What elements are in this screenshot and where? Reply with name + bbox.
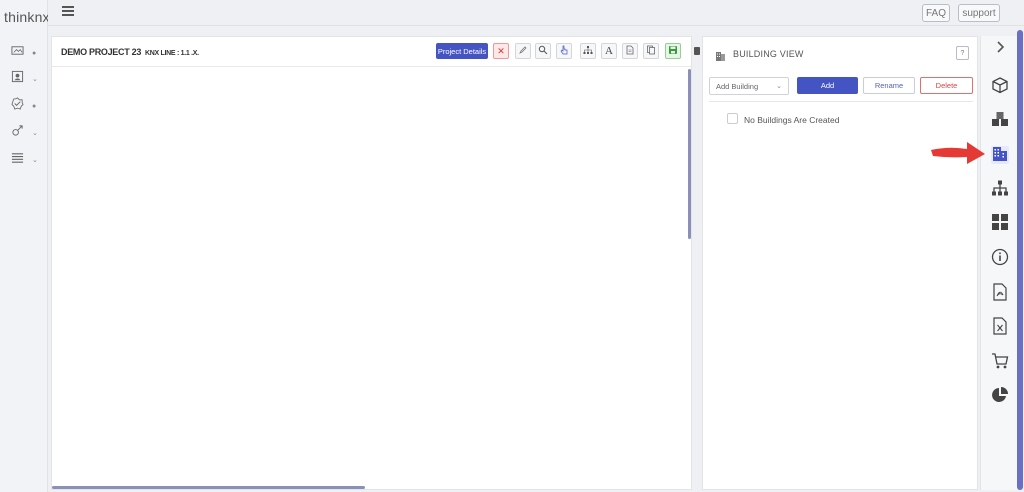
cube-icon bbox=[991, 76, 1009, 99]
excel-file-icon bbox=[991, 316, 1009, 340]
hamburger-menu-icon[interactable] bbox=[62, 6, 74, 18]
hierarchy-icon bbox=[583, 45, 593, 57]
rail-item-cubes[interactable] bbox=[991, 110, 1009, 133]
document-button[interactable] bbox=[622, 43, 638, 59]
text-button[interactable]: A bbox=[601, 43, 617, 59]
edit-button[interactable] bbox=[515, 43, 531, 59]
info-icon bbox=[991, 248, 1009, 271]
project-canvas-panel: DEMO PROJECT 23 KNX LINE : 1.1 .X. Projec… bbox=[51, 36, 692, 490]
grid-icon bbox=[991, 213, 1009, 236]
user-card-icon bbox=[11, 70, 24, 88]
project-title: DEMO PROJECT 23 KNX LINE : 1.1 .X. bbox=[61, 47, 199, 57]
close-button[interactable]: ✕ bbox=[493, 43, 509, 59]
save-button[interactable] bbox=[665, 43, 681, 59]
image-icon bbox=[11, 44, 24, 62]
empty-state-message: No Buildings Are Created bbox=[744, 115, 840, 125]
sidebar-item-image[interactable]: ● bbox=[11, 46, 41, 60]
cubes-icon bbox=[991, 110, 1009, 133]
sidebar-item-list[interactable]: ⌄ bbox=[11, 153, 41, 167]
check-badge-icon bbox=[11, 97, 24, 115]
vertical-scrollbar[interactable] bbox=[688, 69, 691, 239]
buildings-icon bbox=[991, 144, 1009, 167]
pencil-icon bbox=[518, 45, 528, 57]
sidebar-item-verify[interactable]: ● bbox=[11, 97, 41, 115]
page-scrollbar[interactable] bbox=[1017, 30, 1023, 490]
support-button[interactable]: support bbox=[958, 4, 1000, 22]
add-button[interactable]: Add bbox=[797, 77, 858, 94]
building-view-title: BUILDING VIEW bbox=[733, 49, 804, 59]
rail-collapse-button[interactable] bbox=[991, 40, 1009, 58]
sidebar-item-gender[interactable]: ⌄ bbox=[11, 124, 41, 142]
rail-item-info[interactable] bbox=[991, 248, 1009, 271]
copy-button[interactable] bbox=[643, 43, 659, 59]
rail-item-statistics[interactable] bbox=[991, 386, 1009, 409]
chevron-down-icon: ⌄ bbox=[32, 157, 38, 164]
gender-icon bbox=[11, 124, 24, 142]
building-view-panel: BUILDING VIEW ? Add Building ⌄ Add Renam… bbox=[702, 36, 978, 490]
rail-item-excel[interactable] bbox=[991, 316, 1009, 340]
project-header: DEMO PROJECT 23 KNX LINE : 1.1 .X. Projec… bbox=[52, 37, 691, 67]
add-building-select[interactable]: Add Building ⌄ bbox=[709, 77, 789, 95]
rail-item-pdf[interactable] bbox=[991, 282, 1009, 306]
knx-line-label: KNX LINE : 1.1 .X. bbox=[145, 50, 199, 57]
chevron-down-icon: ⌄ bbox=[776, 83, 782, 90]
text-icon: A bbox=[605, 45, 613, 57]
panel-collapse-handle[interactable] bbox=[694, 47, 700, 55]
rail-item-sitemap[interactable] bbox=[991, 179, 1009, 202]
delete-button[interactable]: Delete bbox=[920, 77, 973, 94]
rail-item-buildings[interactable] bbox=[991, 146, 1009, 164]
pie-chart-icon bbox=[991, 386, 1009, 409]
rail-item-cart[interactable] bbox=[991, 352, 1009, 375]
pdf-file-icon bbox=[991, 282, 1009, 306]
select-all-checkbox[interactable] bbox=[727, 113, 738, 124]
close-icon: ✕ bbox=[497, 45, 505, 56]
add-building-select-value: Add Building bbox=[716, 81, 759, 91]
dot-icon: ● bbox=[32, 49, 37, 57]
building-icon bbox=[715, 48, 726, 61]
building-view-header: BUILDING VIEW ? bbox=[703, 37, 977, 69]
rail-item-cube[interactable] bbox=[991, 76, 1009, 99]
chevron-down-icon: ⌄ bbox=[32, 76, 38, 83]
hierarchy-button[interactable] bbox=[580, 43, 596, 59]
help-button[interactable]: ? bbox=[956, 46, 969, 60]
app-logo: thinknx bbox=[4, 9, 50, 25]
pointer-button[interactable] bbox=[556, 43, 572, 59]
left-sidebar: thinknx ● ⌄ ● ⌄ ⌄ bbox=[0, 0, 50, 492]
cart-icon bbox=[991, 352, 1009, 375]
faq-button[interactable]: FAQ bbox=[922, 4, 950, 22]
rail-item-grid[interactable] bbox=[991, 213, 1009, 236]
list-icon bbox=[11, 151, 24, 169]
sitemap-icon bbox=[991, 179, 1009, 202]
app-root: thinknx ● ⌄ ● ⌄ ⌄ FAQ support DEMO PROJE… bbox=[0, 0, 1024, 492]
right-rail bbox=[980, 36, 1018, 490]
sidebar-item-contacts[interactable]: ⌄ bbox=[11, 70, 41, 88]
search-icon bbox=[538, 45, 548, 57]
project-name: DEMO PROJECT 23 bbox=[61, 47, 142, 57]
rename-button[interactable]: Rename bbox=[863, 77, 915, 94]
dot-icon: ● bbox=[32, 102, 37, 110]
top-bar: FAQ support bbox=[48, 0, 1024, 26]
search-button[interactable] bbox=[535, 43, 551, 59]
document-icon bbox=[625, 45, 635, 57]
project-details-button[interactable]: Project Details bbox=[436, 43, 488, 59]
copy-icon bbox=[646, 45, 656, 57]
chevron-right-icon bbox=[991, 38, 1009, 61]
divider bbox=[709, 101, 973, 102]
chevron-down-icon: ⌄ bbox=[32, 130, 38, 137]
save-icon bbox=[668, 45, 678, 57]
red-arrow-annotation bbox=[931, 142, 985, 164]
horizontal-scrollbar[interactable] bbox=[52, 486, 365, 489]
pointer-icon bbox=[559, 45, 569, 57]
